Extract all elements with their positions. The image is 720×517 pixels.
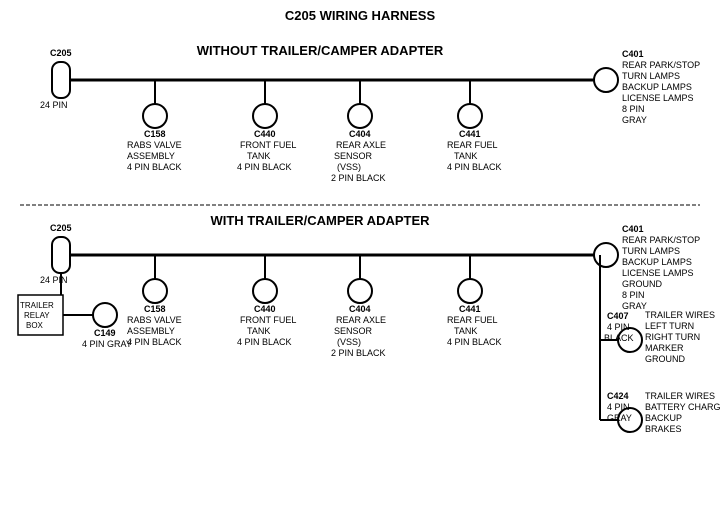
c440-top-desc2: TANK [247,151,270,161]
c401-bottom-color: GRAY [622,301,647,311]
relay-box-label3: BOX [26,321,44,330]
c158-top-desc3: 4 PIN BLACK [127,162,182,172]
c401-bottom-label: C401 [622,224,644,234]
c404-bottom-desc2: SENSOR [334,326,373,336]
c404-bottom-desc1: REAR AXLE [336,315,386,325]
c205-bottom-pins: 24 PIN [40,275,68,285]
c440-top-desc3: 4 PIN BLACK [237,162,292,172]
c440-bottom-desc3: 4 PIN BLACK [237,337,292,347]
c404-top-desc2: SENSOR [334,151,373,161]
c401-top-pins: 8 PIN [622,104,645,114]
c401-top-label: C401 [622,49,644,59]
c401-bottom-desc3: BACKUP LAMPS [622,257,692,267]
c158-top-desc2: ASSEMBLY [127,151,175,161]
c404-top-connector [348,104,372,128]
c424-desc3: BACKUP [645,413,682,423]
c401-top-desc4: LICENSE LAMPS [622,93,694,103]
c441-bottom-desc3: 4 PIN BLACK [447,337,502,347]
c205-top-connector [52,62,70,98]
c441-top-connector [458,104,482,128]
c424-pins: 4 PIN [607,402,630,412]
c404-bottom-connector [348,279,372,303]
c407-name: C407 [607,311,629,321]
c440-top-connector [253,104,277,128]
c149-name: C149 [94,328,116,338]
c158-bottom-name: C158 [144,304,166,314]
c424-name: C424 [607,391,629,401]
c440-top-name: C440 [254,129,276,139]
c440-bottom-name: C440 [254,304,276,314]
bottom-section-label: WITH TRAILER/CAMPER ADAPTER [210,213,430,228]
c407-desc4: MARKER [645,343,684,353]
c404-top-name: C404 [349,129,371,139]
relay-box-label2: RELAY [24,311,50,320]
c158-bottom-connector [143,279,167,303]
c401-top-desc3: BACKUP LAMPS [622,82,692,92]
c404-top-desc3: (VSS) [337,162,361,172]
c205-bottom-label: C205 [50,223,72,233]
top-section-label: WITHOUT TRAILER/CAMPER ADAPTER [197,43,444,58]
page-title: C205 WIRING HARNESS [285,8,436,23]
c404-bottom-name: C404 [349,304,371,314]
c205-top-label: C205 [50,48,72,58]
c407-desc5: GROUND [645,354,685,364]
c407-desc2: LEFT TURN [645,321,694,331]
c424-desc2: BATTERY CHARGE [645,402,720,412]
c205-bottom-connector [52,237,70,273]
c401-bottom-desc5: GROUND [622,279,662,289]
relay-box-label1: TRAILER [20,301,54,310]
c404-bottom-desc4: 2 PIN BLACK [331,348,386,358]
c424-desc4: BRAKES [645,424,682,434]
c401-top-color: GRAY [622,115,647,125]
c440-bottom-desc2: TANK [247,326,270,336]
c158-bottom-desc1: RABS VALVE [127,315,182,325]
c401-bottom-pins: 8 PIN [622,290,645,300]
c441-top-desc2: TANK [454,151,477,161]
c404-top-desc4: 2 PIN BLACK [331,173,386,183]
c441-bottom-connector [458,279,482,303]
c158-top-name: C158 [144,129,166,139]
c205-top-pins: 24 PIN [40,100,68,110]
c424-desc1: TRAILER WIRES [645,391,715,401]
c401-bottom-desc2: TURN LAMPS [622,246,680,256]
c404-top-desc1: REAR AXLE [336,140,386,150]
c158-top-connector [143,104,167,128]
c424-color: GRAY [607,413,632,423]
c440-bottom-connector [253,279,277,303]
c158-bottom-desc2: ASSEMBLY [127,326,175,336]
c401-bottom-desc1: REAR PARK/STOP [622,235,700,245]
c441-bottom-name: C441 [459,304,481,314]
c441-bottom-desc2: TANK [454,326,477,336]
c441-top-desc3: 4 PIN BLACK [447,162,502,172]
c158-top-desc1: RABS VALVE [127,140,182,150]
c407-desc3: RIGHT TURN [645,332,700,342]
c407-pins: 4 PIN [607,322,630,332]
c440-bottom-desc1: FRONT FUEL [240,315,296,325]
c401-top-desc2: TURN LAMPS [622,71,680,81]
c149-pins: 4 PIN GRAY [82,339,132,349]
c158-bottom-desc3: 4 PIN BLACK [127,337,182,347]
c401-top-connector [594,68,618,92]
c401-bottom-connector [594,243,618,267]
c440-top-desc1: FRONT FUEL [240,140,296,150]
c441-top-name: C441 [459,129,481,139]
c441-bottom-desc1: REAR FUEL [447,315,498,325]
c401-bottom-desc4: LICENSE LAMPS [622,268,694,278]
c149-connector [93,303,117,327]
c401-top-desc1: REAR PARK/STOP [622,60,700,70]
c441-top-desc1: REAR FUEL [447,140,498,150]
c407-desc1: TRAILER WIRES [645,310,715,320]
c407-color: BLACK [604,333,634,343]
c404-bottom-desc3: (VSS) [337,337,361,347]
